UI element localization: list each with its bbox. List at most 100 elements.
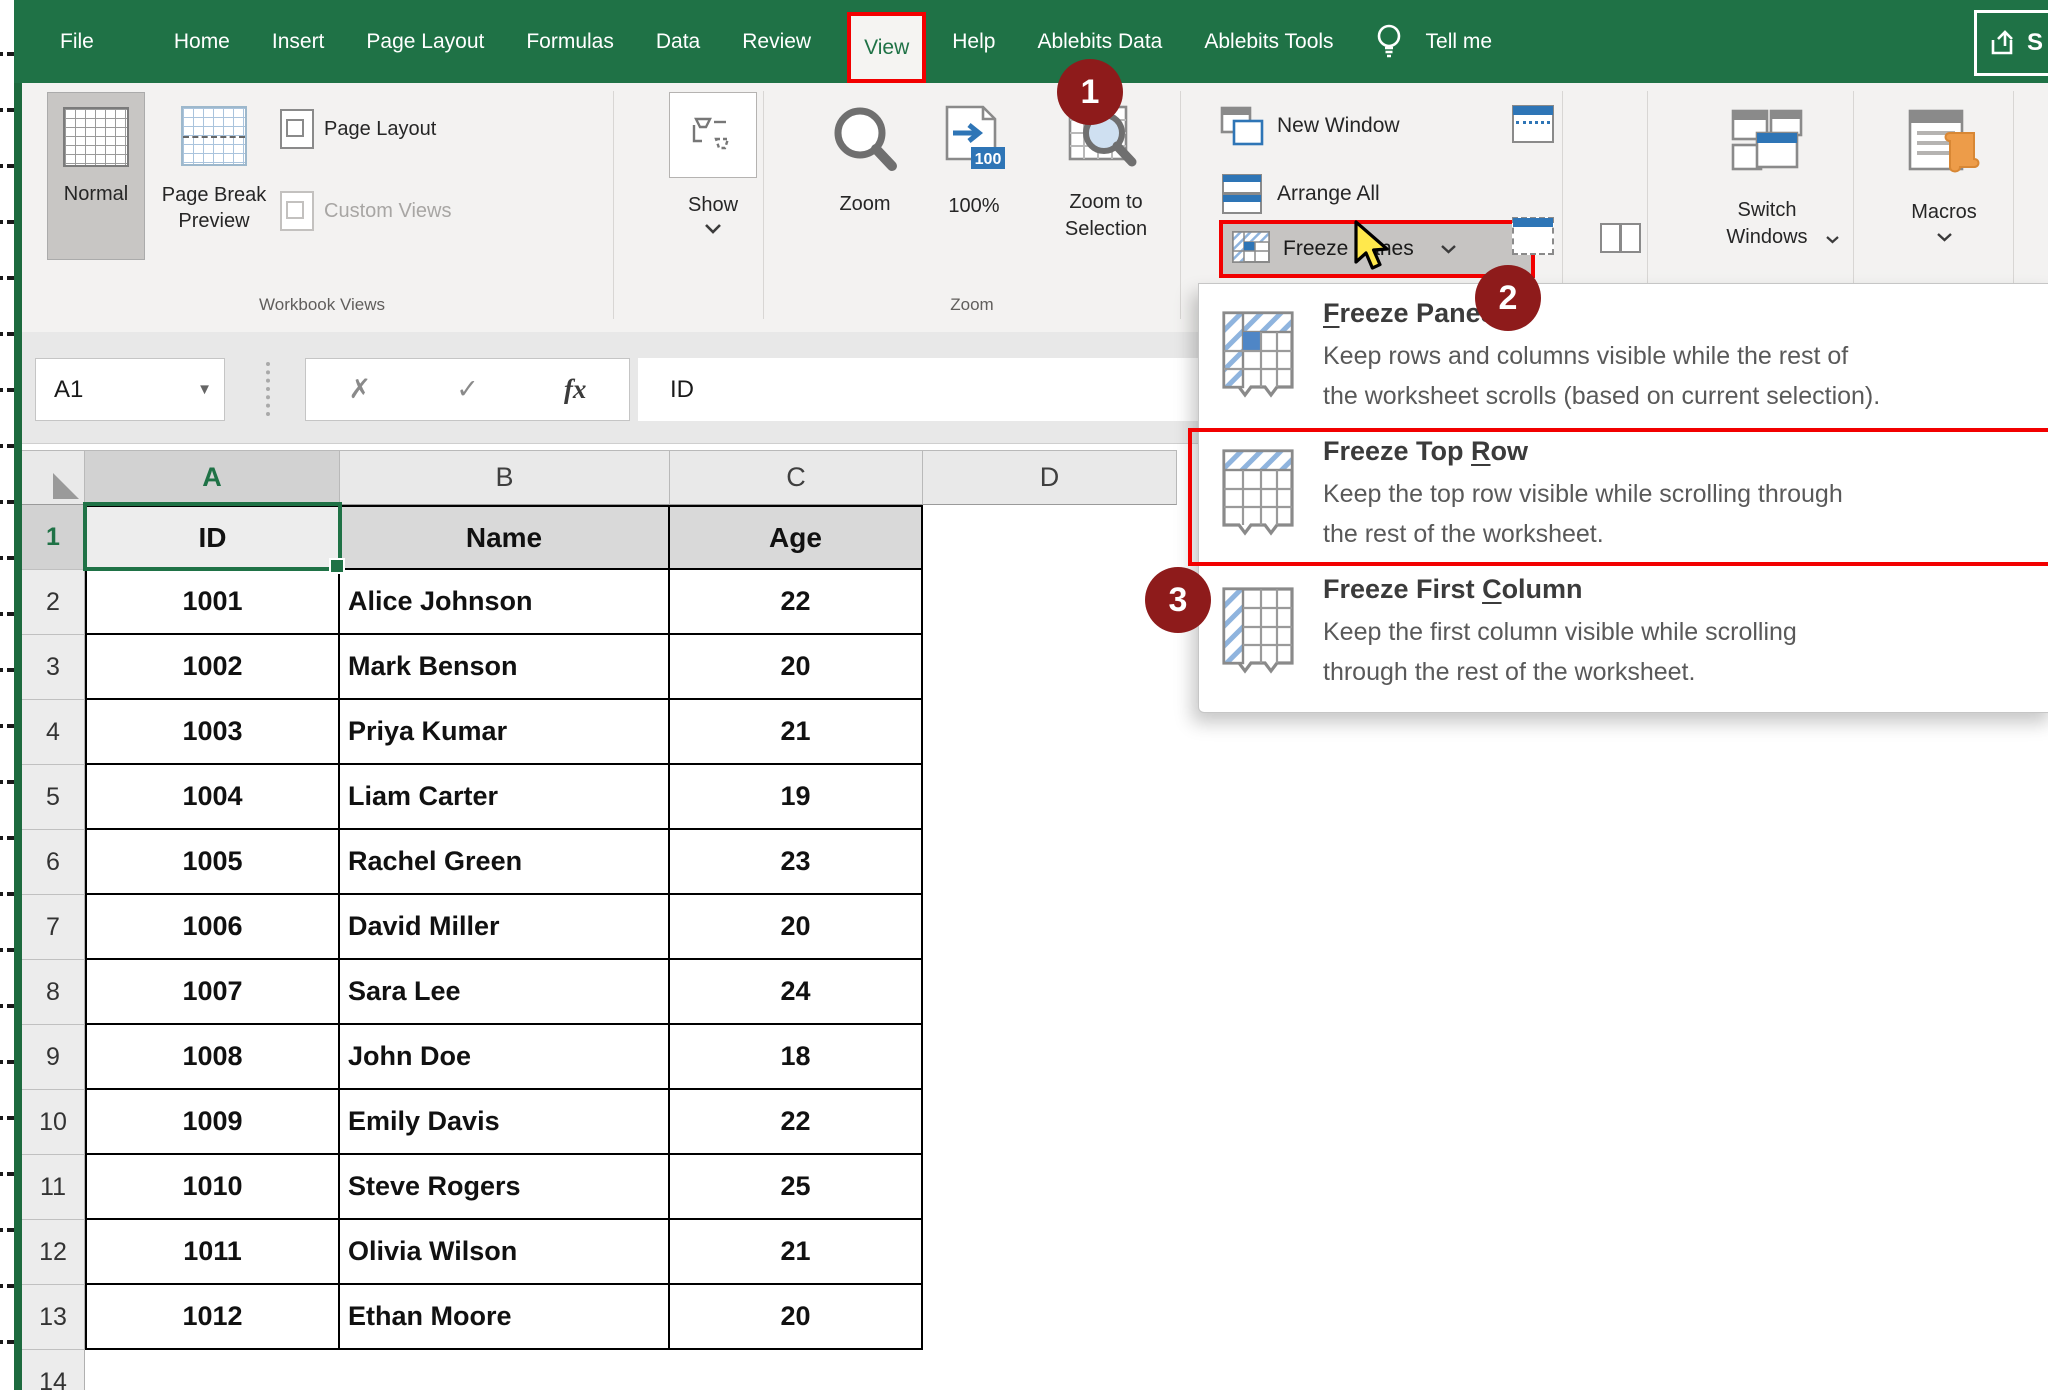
- tab-view-active[interactable]: View: [847, 12, 926, 83]
- cell-age[interactable]: 21: [670, 700, 923, 765]
- cell-id[interactable]: 1011: [85, 1220, 340, 1285]
- cell-age[interactable]: 22: [670, 1090, 923, 1155]
- insert-function-icon[interactable]: fx: [564, 374, 587, 405]
- cell-c1[interactable]: Age: [670, 505, 923, 570]
- row-header[interactable]: 10: [22, 1090, 85, 1155]
- name-box[interactable]: A1 ▼: [35, 358, 225, 421]
- page-layout-view-button[interactable]: Page Layout: [280, 109, 436, 149]
- cell-age[interactable]: 21: [670, 1220, 923, 1285]
- select-all-button[interactable]: [22, 450, 85, 505]
- column-header-b[interactable]: B: [340, 450, 670, 505]
- normal-view-button[interactable]: Normal: [47, 92, 145, 260]
- cell-id[interactable]: 1012: [85, 1285, 340, 1350]
- cell-id[interactable]: 1004: [85, 765, 340, 830]
- tab-ablebits-data[interactable]: Ablebits Data: [1037, 30, 1162, 54]
- row-header[interactable]: 2: [22, 570, 85, 635]
- tab-ablebits-tools[interactable]: Ablebits Tools: [1204, 30, 1333, 54]
- column-header-d[interactable]: D: [923, 450, 1177, 505]
- page-break-preview-button[interactable]: Page Break Preview: [155, 92, 273, 260]
- column-header-a[interactable]: A: [85, 450, 340, 505]
- row-header[interactable]: 11: [22, 1155, 85, 1220]
- show-button[interactable]: Show: [663, 92, 763, 307]
- tab-page-layout[interactable]: Page Layout: [366, 30, 484, 54]
- row-header[interactable]: 8: [22, 960, 85, 1025]
- cell-age[interactable]: 20: [670, 895, 923, 960]
- cell-id[interactable]: 1003: [85, 700, 340, 765]
- cell-name[interactable]: Ethan Moore: [340, 1285, 670, 1350]
- cell-age[interactable]: 25: [670, 1155, 923, 1220]
- menu-item-description: Keep the first column visible while scro…: [1323, 612, 1797, 692]
- row-header[interactable]: 7: [22, 895, 85, 960]
- tab-review[interactable]: Review: [742, 30, 811, 54]
- cell-name[interactable]: Alice Johnson: [340, 570, 670, 635]
- share-button[interactable]: S: [1974, 10, 2048, 76]
- cell-age[interactable]: 20: [670, 635, 923, 700]
- zoom-to-selection-button[interactable]: Zoom to Selection: [1040, 103, 1172, 243]
- zoom-icon: [826, 103, 904, 177]
- share-icon: [1987, 28, 2017, 58]
- enter-icon[interactable]: ✓: [456, 374, 479, 405]
- table-row: 21001Alice Johnson22: [22, 570, 1177, 635]
- macros-button[interactable]: Macros: [1884, 105, 2004, 243]
- row-header-14[interactable]: 14: [22, 1350, 85, 1390]
- new-window-button[interactable]: New Window: [1219, 105, 1400, 147]
- zoom-100-button[interactable]: 100 100%: [920, 103, 1028, 220]
- name-box-dropdown-icon[interactable]: ▼: [197, 381, 212, 398]
- cell-name[interactable]: Emily Davis: [340, 1090, 670, 1155]
- new-window-label: New Window: [1277, 114, 1400, 138]
- cell-age[interactable]: 18: [670, 1025, 923, 1090]
- cell-name[interactable]: Liam Carter: [340, 765, 670, 830]
- split-button[interactable]: [1512, 105, 1554, 143]
- cell-name[interactable]: Mark Benson: [340, 635, 670, 700]
- tab-formulas[interactable]: Formulas: [526, 30, 614, 54]
- row-header[interactable]: 3: [22, 635, 85, 700]
- cancel-icon[interactable]: ✗: [349, 374, 372, 405]
- cell-id[interactable]: 1008: [85, 1025, 340, 1090]
- tab-file[interactable]: File: [60, 30, 94, 54]
- cell-age[interactable]: 20: [670, 1285, 923, 1350]
- formula-bar-drag-handle[interactable]: [266, 362, 270, 416]
- tab-home[interactable]: Home: [174, 30, 230, 54]
- row-header[interactable]: 13: [22, 1285, 85, 1350]
- menu-item-freeze-panes[interactable]: Freeze Panes Keep rows and columns visib…: [1199, 298, 2048, 436]
- view-side-by-side-button[interactable]: [1598, 219, 1640, 259]
- cell-age[interactable]: 24: [670, 960, 923, 1025]
- tab-insert[interactable]: Insert: [272, 30, 325, 54]
- cell-id[interactable]: 1001: [85, 570, 340, 635]
- hide-window-button[interactable]: [1512, 217, 1554, 255]
- zoom-button[interactable]: Zoom: [800, 103, 930, 218]
- cell-a1-selected[interactable]: ID: [85, 505, 340, 570]
- cell-name[interactable]: John Doe: [340, 1025, 670, 1090]
- column-header-c[interactable]: C: [670, 450, 923, 505]
- cell-age[interactable]: 19: [670, 765, 923, 830]
- row-header[interactable]: 9: [22, 1025, 85, 1090]
- cell-id[interactable]: 1005: [85, 830, 340, 895]
- menu-item-freeze-top-row[interactable]: Freeze Top Row Keep the top row visible …: [1199, 436, 2048, 574]
- cell-id[interactable]: 1006: [85, 895, 340, 960]
- tell-me-button[interactable]: Tell me: [1426, 30, 1493, 54]
- switch-windows-button[interactable]: Switch Windows: [1688, 105, 1846, 251]
- cell-age[interactable]: 22: [670, 570, 923, 635]
- cell-id[interactable]: 1002: [85, 635, 340, 700]
- tab-help[interactable]: Help: [952, 30, 995, 54]
- cell-id[interactable]: 1010: [85, 1155, 340, 1220]
- row-header[interactable]: 6: [22, 830, 85, 895]
- menu-item-freeze-first-column[interactable]: Freeze First Column Keep the first colum…: [1199, 574, 2048, 712]
- cell-name[interactable]: Steve Rogers: [340, 1155, 670, 1220]
- cell-b1[interactable]: Name: [340, 505, 670, 570]
- cell-id[interactable]: 1009: [85, 1090, 340, 1155]
- cell-name[interactable]: David Miller: [340, 895, 670, 960]
- cell-age[interactable]: 23: [670, 830, 923, 895]
- arrange-all-button[interactable]: Arrange All: [1219, 173, 1380, 215]
- cell-name[interactable]: Sara Lee: [340, 960, 670, 1025]
- row-header[interactable]: 5: [22, 765, 85, 830]
- tab-data[interactable]: Data: [656, 30, 700, 54]
- row-header-1[interactable]: 1: [22, 505, 85, 570]
- cell-name[interactable]: Priya Kumar: [340, 700, 670, 765]
- row-header[interactable]: 12: [22, 1220, 85, 1285]
- cell-name[interactable]: Rachel Green: [340, 830, 670, 895]
- cell-id[interactable]: 1007: [85, 960, 340, 1025]
- custom-views-button[interactable]: Custom Views: [280, 191, 451, 231]
- cell-name[interactable]: Olivia Wilson: [340, 1220, 670, 1285]
- row-header[interactable]: 4: [22, 700, 85, 765]
